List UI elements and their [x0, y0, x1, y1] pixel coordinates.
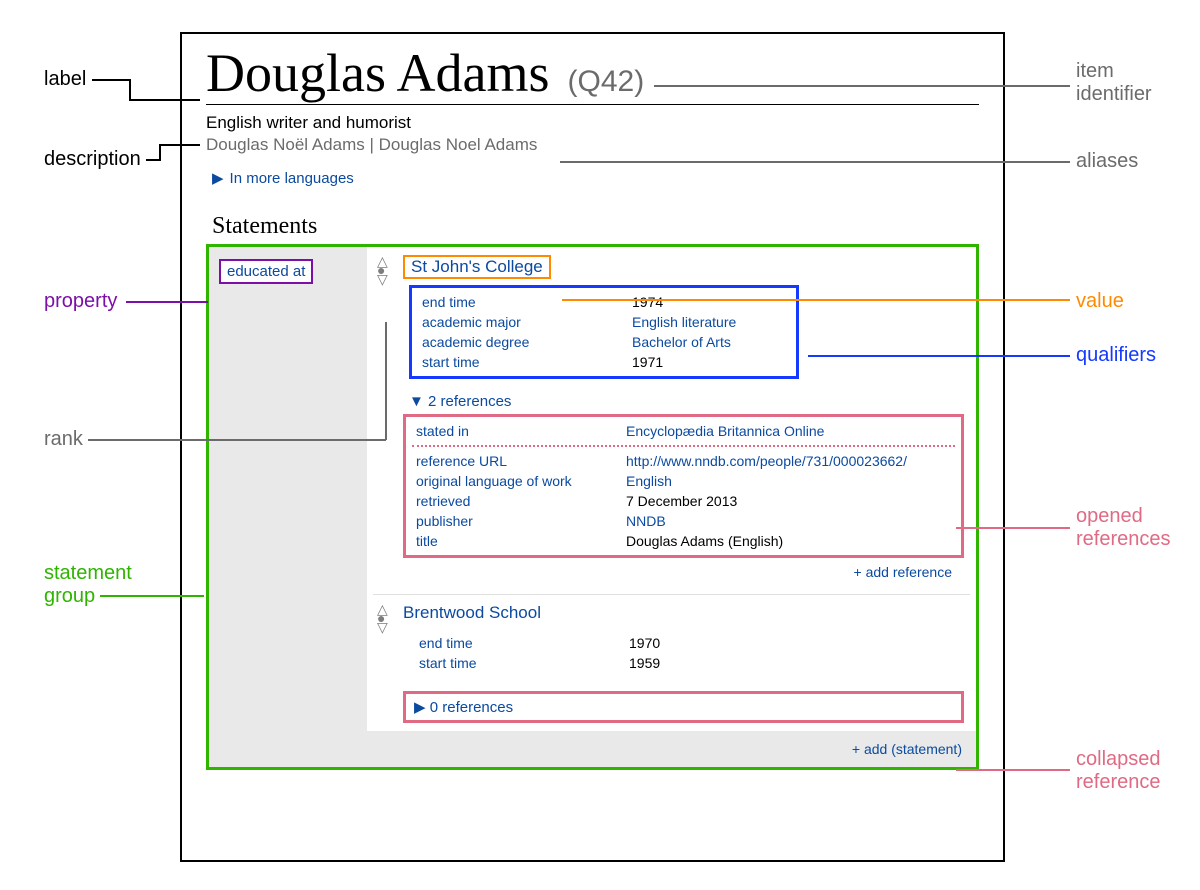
reference-separator: [412, 445, 955, 447]
item-aliases: Douglas Noël Adams | Douglas Noel Adams: [206, 135, 979, 155]
qualifier-key[interactable]: end time: [422, 294, 632, 310]
more-languages-label: In more languages: [230, 170, 354, 187]
reference-value: 7 December 2013: [626, 493, 737, 509]
qualifier-key[interactable]: end time: [419, 635, 629, 651]
reference-key[interactable]: stated in: [416, 423, 626, 439]
key-value-row: academic degreeBachelor of Arts: [412, 332, 796, 352]
reference-key[interactable]: publisher: [416, 513, 626, 529]
reference-value[interactable]: http://www.nndb.com/people/731/000023662…: [626, 453, 907, 469]
qualifier-value: 1974: [632, 294, 663, 310]
qualifier-key[interactable]: academic degree: [422, 334, 632, 350]
reference-row: titleDouglas Adams (English): [406, 531, 961, 551]
add-reference-link[interactable]: + add reference: [403, 558, 964, 586]
statement-value-link[interactable]: Brentwood School: [403, 603, 541, 623]
item-identifier: (Q42): [568, 65, 645, 99]
qualifier-value: 1970: [629, 635, 660, 651]
qualifier-value[interactable]: Bachelor of Arts: [632, 334, 731, 350]
rank-selector[interactable]: △●▽: [377, 257, 388, 284]
statements-heading: Statements: [212, 213, 985, 240]
reference-key[interactable]: title: [416, 533, 626, 549]
annotation-item-identifier: itemidentifier: [1076, 60, 1152, 106]
reference-row: original language of workEnglish: [406, 471, 961, 491]
item-label: Douglas Adams: [206, 42, 550, 104]
key-value-row: academic majorEnglish literature: [412, 312, 796, 332]
qualifier-key[interactable]: academic major: [422, 314, 632, 330]
qualifier-value[interactable]: English literature: [632, 314, 736, 330]
qualifier-key[interactable]: start time: [422, 354, 632, 370]
statement-group: educated at △●▽ St John's College end ti…: [206, 244, 979, 770]
title-row: Douglas Adams (Q42): [206, 42, 979, 105]
statement-group-footer: + add (statement): [367, 731, 976, 767]
values-column: △●▽ St John's College end time1974academ…: [367, 247, 976, 767]
references-toggle-open[interactable]: ▼ 2 references: [409, 393, 964, 410]
item-description: English writer and humorist: [206, 113, 979, 133]
rank-selector[interactable]: △●▽: [377, 605, 388, 632]
reference-row: stated inEncyclopædia Britannica Online: [406, 421, 961, 441]
chevron-down-icon: ▼: [409, 393, 424, 410]
reference-row: publisherNNDB: [406, 511, 961, 531]
key-value-row: end time1974: [412, 292, 796, 312]
annotation-property: property: [44, 290, 117, 313]
statement-value-link[interactable]: St John's College: [403, 255, 551, 279]
annotation-rank: rank: [44, 428, 83, 451]
property-column: educated at: [209, 247, 367, 767]
key-value-row: end time1970: [409, 633, 799, 653]
references-toggle-collapsed[interactable]: ▶ 0 references: [403, 691, 964, 723]
key-value-row: start time1959: [409, 653, 799, 673]
reference-value[interactable]: Encyclopædia Britannica Online: [626, 423, 824, 439]
annotation-description: description: [44, 148, 141, 171]
statement-value-block: △●▽ St John's College end time1974academ…: [367, 247, 976, 594]
annotation-label: label: [44, 68, 86, 91]
property-link[interactable]: educated at: [219, 259, 313, 284]
annotation-opened-references: openedreferences: [1076, 505, 1171, 551]
reference-key[interactable]: reference URL: [416, 453, 626, 469]
reference-row: reference URLhttp://www.nndb.com/people/…: [406, 451, 961, 471]
key-value-row: start time1971: [412, 352, 796, 372]
chevron-right-icon: ▶: [414, 699, 426, 716]
reference-value[interactable]: English: [626, 473, 672, 489]
qualifier-key[interactable]: start time: [419, 655, 629, 671]
annotation-statement-group: statementgroup: [44, 562, 132, 608]
annotation-value: value: [1076, 290, 1124, 313]
annotation-aliases: aliases: [1076, 150, 1138, 173]
more-languages-toggle[interactable]: ▶ In more languages: [212, 169, 979, 187]
qualifiers-box: end time1970start time1959: [409, 629, 799, 677]
reference-value: Douglas Adams (English): [626, 533, 783, 549]
reference-key[interactable]: original language of work: [416, 473, 626, 489]
annotation-collapsed-reference: collapsedreference: [1076, 748, 1161, 794]
reference-row: retrieved7 December 2013: [406, 491, 961, 511]
qualifier-value: 1971: [632, 354, 663, 370]
chevron-right-icon: ▶: [212, 169, 224, 187]
reference-value[interactable]: NNDB: [626, 513, 666, 529]
qualifiers-box: end time1974academic majorEnglish litera…: [409, 285, 799, 379]
item-page-frame: Douglas Adams (Q42) English writer and h…: [180, 32, 1005, 862]
references-opened: stated inEncyclopædia Britannica Onliner…: [403, 414, 964, 558]
annotation-qualifiers: qualifiers: [1076, 344, 1156, 367]
add-statement-link[interactable]: + add (statement): [852, 741, 962, 757]
statement-value-block: △●▽ Brentwood School end time1970start t…: [367, 595, 976, 731]
reference-key[interactable]: retrieved: [416, 493, 626, 509]
qualifier-value: 1959: [629, 655, 660, 671]
